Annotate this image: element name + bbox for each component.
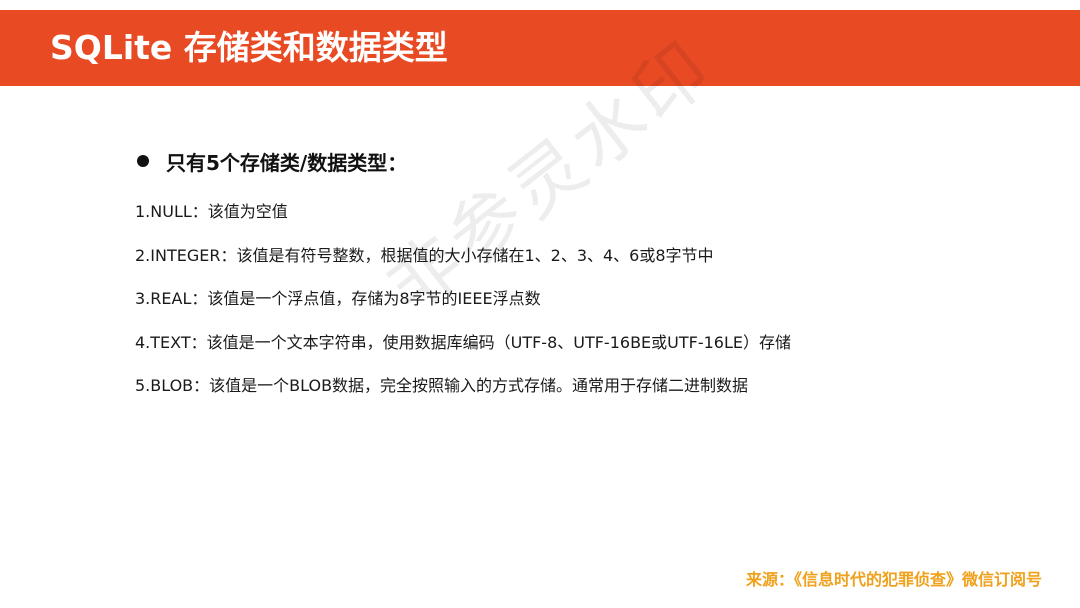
storage-class-list: 1.NULL：该值为空值 2.INTEGER：该值是有符号整数，根据值的大小存储… [135, 197, 791, 415]
title-bar: SQLite 存储类和数据类型 [0, 10, 1080, 86]
subheading-text: 只有5个存储类/数据类型： [166, 150, 408, 175]
list-item-text: 4.TEXT：该值是一个文本字符串，使用数据库编码（UTF-8、UTF-16BE… [135, 332, 791, 352]
slide: SQLite 存储类和数据类型 非参灵水印 只有5个存储类/数据类型： 1.NU… [0, 0, 1080, 608]
list-item-real: 3.REAL：该值是一个浮点值，存储为8字节的IEEE浮点数 [135, 289, 541, 308]
subheading: 只有5个存储类/数据类型： [137, 145, 407, 177]
list-item-integer: 2.INTEGER：该值是有符号整数，根据值的大小存储在1、2、3、4、6或8字… [135, 245, 714, 265]
page-title: SQLite 存储类和数据类型 [50, 28, 448, 67]
list-item-blob: 5.BLOB：该值是一个BLOB数据，完全按照输入的方式存储。通常用于存储二进制… [135, 376, 749, 395]
bullet-dot-icon [137, 155, 149, 167]
list-item-null: 1.NULL：该值为空值 [135, 202, 288, 221]
source-note: 来源：《信息时代的犯罪侦查》微信订阅号 [745, 570, 1042, 589]
